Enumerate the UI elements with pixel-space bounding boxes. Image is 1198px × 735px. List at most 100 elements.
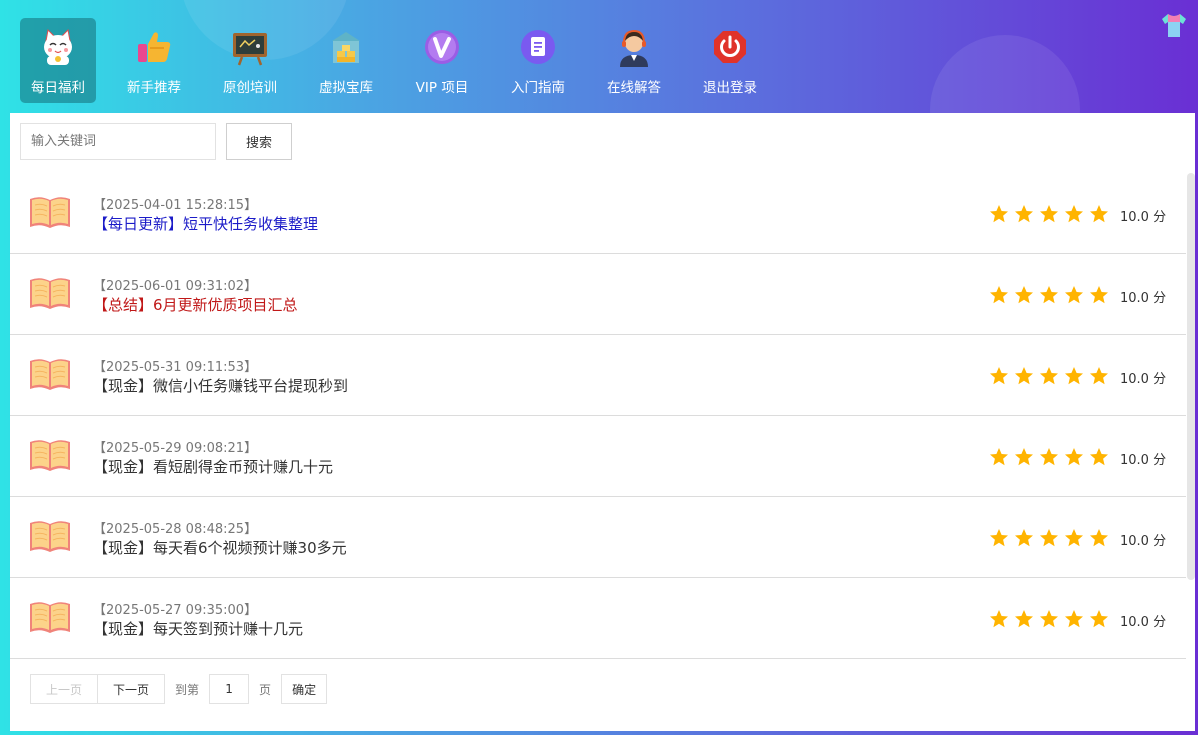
- nav-item-vip-project[interactable]: VIP 项目: [404, 18, 480, 103]
- goto-prefix-label: 到第: [175, 682, 200, 697]
- open-book-icon: [30, 440, 70, 471]
- nav-label: 每日福利: [31, 80, 85, 96]
- power-off-icon: [714, 31, 746, 63]
- customer-service-icon: [620, 29, 648, 67]
- open-book-icon: [30, 197, 70, 228]
- item-title-link[interactable]: 【总结】6月更新优质项目汇总: [93, 294, 298, 315]
- content-panel: 搜索 【2025-04-01 15:28:15】 【每日更新】短平快任务收集整理…: [10, 113, 1195, 731]
- star-icon: [1015, 529, 1033, 547]
- item-score: 10.0 分: [1120, 534, 1167, 549]
- thumbs-up-icon: [138, 32, 171, 62]
- star-rating: [989, 204, 1114, 224]
- open-book-icon: [30, 602, 70, 633]
- guide-document-icon: [521, 30, 555, 64]
- star-icon: [1065, 205, 1083, 223]
- vip-badge-icon: [425, 30, 459, 64]
- top-navigation-bar: 每日福利 新手推荐 原创培训 虚拟宝库 VIP 项目 入门指南 在线解答 退出登…: [0, 0, 1198, 113]
- star-icon: [990, 286, 1008, 304]
- star-rating: [989, 447, 1114, 467]
- list-item[interactable]: 【2025-05-29 09:08:21】 【现金】看短剧得金币预计赚几十元 1…: [10, 416, 1186, 497]
- item-score: 10.0 分: [1120, 210, 1167, 225]
- star-icon: [990, 529, 1008, 547]
- main-nav: 每日福利 新手推荐 原创培训 虚拟宝库 VIP 项目 入门指南 在线解答 退出登…: [20, 18, 788, 103]
- prev-page-button[interactable]: 上一页: [30, 674, 99, 704]
- list-item[interactable]: 【2025-04-01 15:28:15】 【每日更新】短平快任务收集整理 10…: [10, 173, 1186, 254]
- article-list: 【2025-04-01 15:28:15】 【每日更新】短平快任务收集整理 10…: [10, 173, 1186, 659]
- item-score: 10.0 分: [1120, 615, 1167, 630]
- star-icon: [1040, 205, 1058, 223]
- search-input[interactable]: [20, 123, 216, 160]
- nav-label: 新手推荐: [127, 80, 181, 96]
- item-date: 【2025-05-27 09:35:00】: [93, 603, 258, 618]
- item-date: 【2025-05-29 09:08:21】: [93, 441, 258, 456]
- t-shirt-icon[interactable]: [1160, 12, 1188, 38]
- list-item[interactable]: 【2025-05-27 09:35:00】 【现金】每天签到预计赚十几元 10.…: [10, 578, 1186, 659]
- star-rating: [989, 528, 1114, 548]
- pagination: 上一页 下一页 到第 页 确定: [30, 674, 328, 704]
- star-icon: [990, 610, 1008, 628]
- star-icon: [1065, 610, 1083, 628]
- star-icon: [1090, 610, 1108, 628]
- search-button[interactable]: 搜索: [226, 123, 292, 160]
- nav-label: 入门指南: [511, 80, 565, 96]
- star-icon: [1040, 286, 1058, 304]
- confirm-page-button[interactable]: 确定: [281, 674, 328, 704]
- star-icon: [1065, 448, 1083, 466]
- open-book-icon: [30, 278, 70, 309]
- scrollbar[interactable]: [1187, 173, 1195, 580]
- star-rating: [989, 366, 1114, 386]
- nav-label: 在线解答: [607, 80, 661, 96]
- item-title-link[interactable]: 【现金】微信小任务赚钱平台提现秒到: [93, 375, 348, 396]
- chalkboard-icon: [233, 33, 267, 66]
- open-book-icon: [30, 359, 70, 390]
- star-icon: [1090, 367, 1108, 385]
- page-number-input[interactable]: [209, 674, 250, 704]
- star-icon: [1015, 448, 1033, 466]
- star-icon: [1090, 529, 1108, 547]
- nav-item-beginner-guide[interactable]: 入门指南: [500, 18, 576, 103]
- nav-label: 原创培训: [223, 80, 277, 96]
- item-score: 10.0 分: [1120, 453, 1167, 468]
- star-icon: [990, 205, 1008, 223]
- star-icon: [990, 448, 1008, 466]
- nav-label: VIP 项目: [415, 80, 469, 96]
- nav-item-online-answer[interactable]: 在线解答: [596, 18, 672, 103]
- star-icon: [1090, 448, 1108, 466]
- item-date: 【2025-05-28 08:48:25】: [93, 522, 258, 537]
- treasure-vault-icon: [332, 32, 360, 63]
- star-icon: [1090, 286, 1108, 304]
- item-title-link[interactable]: 【现金】每天看6个视频预计赚30多元: [93, 537, 347, 558]
- star-icon: [1015, 610, 1033, 628]
- nav-item-newbie-recommend[interactable]: 新手推荐: [116, 18, 192, 103]
- page-suffix-label: 页: [259, 682, 272, 697]
- nav-item-logout[interactable]: 退出登录: [692, 18, 768, 103]
- nav-label: 虚拟宝库: [319, 80, 373, 96]
- lucky-cat-icon: [44, 28, 72, 65]
- item-title-link[interactable]: 【每日更新】短平快任务收集整理: [93, 213, 318, 234]
- item-title-link[interactable]: 【现金】每天签到预计赚十几元: [93, 618, 303, 639]
- star-icon: [1065, 529, 1083, 547]
- star-icon: [1090, 205, 1108, 223]
- nav-item-daily-welfare[interactable]: 每日福利: [20, 18, 96, 103]
- star-icon: [1015, 367, 1033, 385]
- item-date: 【2025-06-01 09:31:02】: [93, 279, 258, 294]
- star-icon: [1065, 367, 1083, 385]
- nav-label: 退出登录: [703, 80, 757, 96]
- star-icon: [1040, 529, 1058, 547]
- star-icon: [1065, 286, 1083, 304]
- search-bar: 搜索: [20, 123, 292, 160]
- item-title-link[interactable]: 【现金】看短剧得金币预计赚几十元: [93, 456, 333, 477]
- star-rating: [989, 285, 1114, 305]
- item-score: 10.0 分: [1120, 372, 1167, 387]
- list-item[interactable]: 【2025-05-31 09:11:53】 【现金】微信小任务赚钱平台提现秒到 …: [10, 335, 1186, 416]
- nav-item-virtual-vault[interactable]: 虚拟宝库: [308, 18, 384, 103]
- list-item[interactable]: 【2025-06-01 09:31:02】 【总结】6月更新优质项目汇总 10.…: [10, 254, 1186, 335]
- star-rating: [989, 609, 1114, 629]
- next-page-button[interactable]: 下一页: [98, 674, 166, 704]
- item-date: 【2025-04-01 15:28:15】: [93, 198, 258, 213]
- item-date: 【2025-05-31 09:11:53】: [93, 360, 258, 375]
- list-item[interactable]: 【2025-05-28 08:48:25】 【现金】每天看6个视频预计赚30多元…: [10, 497, 1186, 578]
- nav-item-original-training[interactable]: 原创培训: [212, 18, 288, 103]
- star-icon: [1015, 286, 1033, 304]
- star-icon: [1040, 448, 1058, 466]
